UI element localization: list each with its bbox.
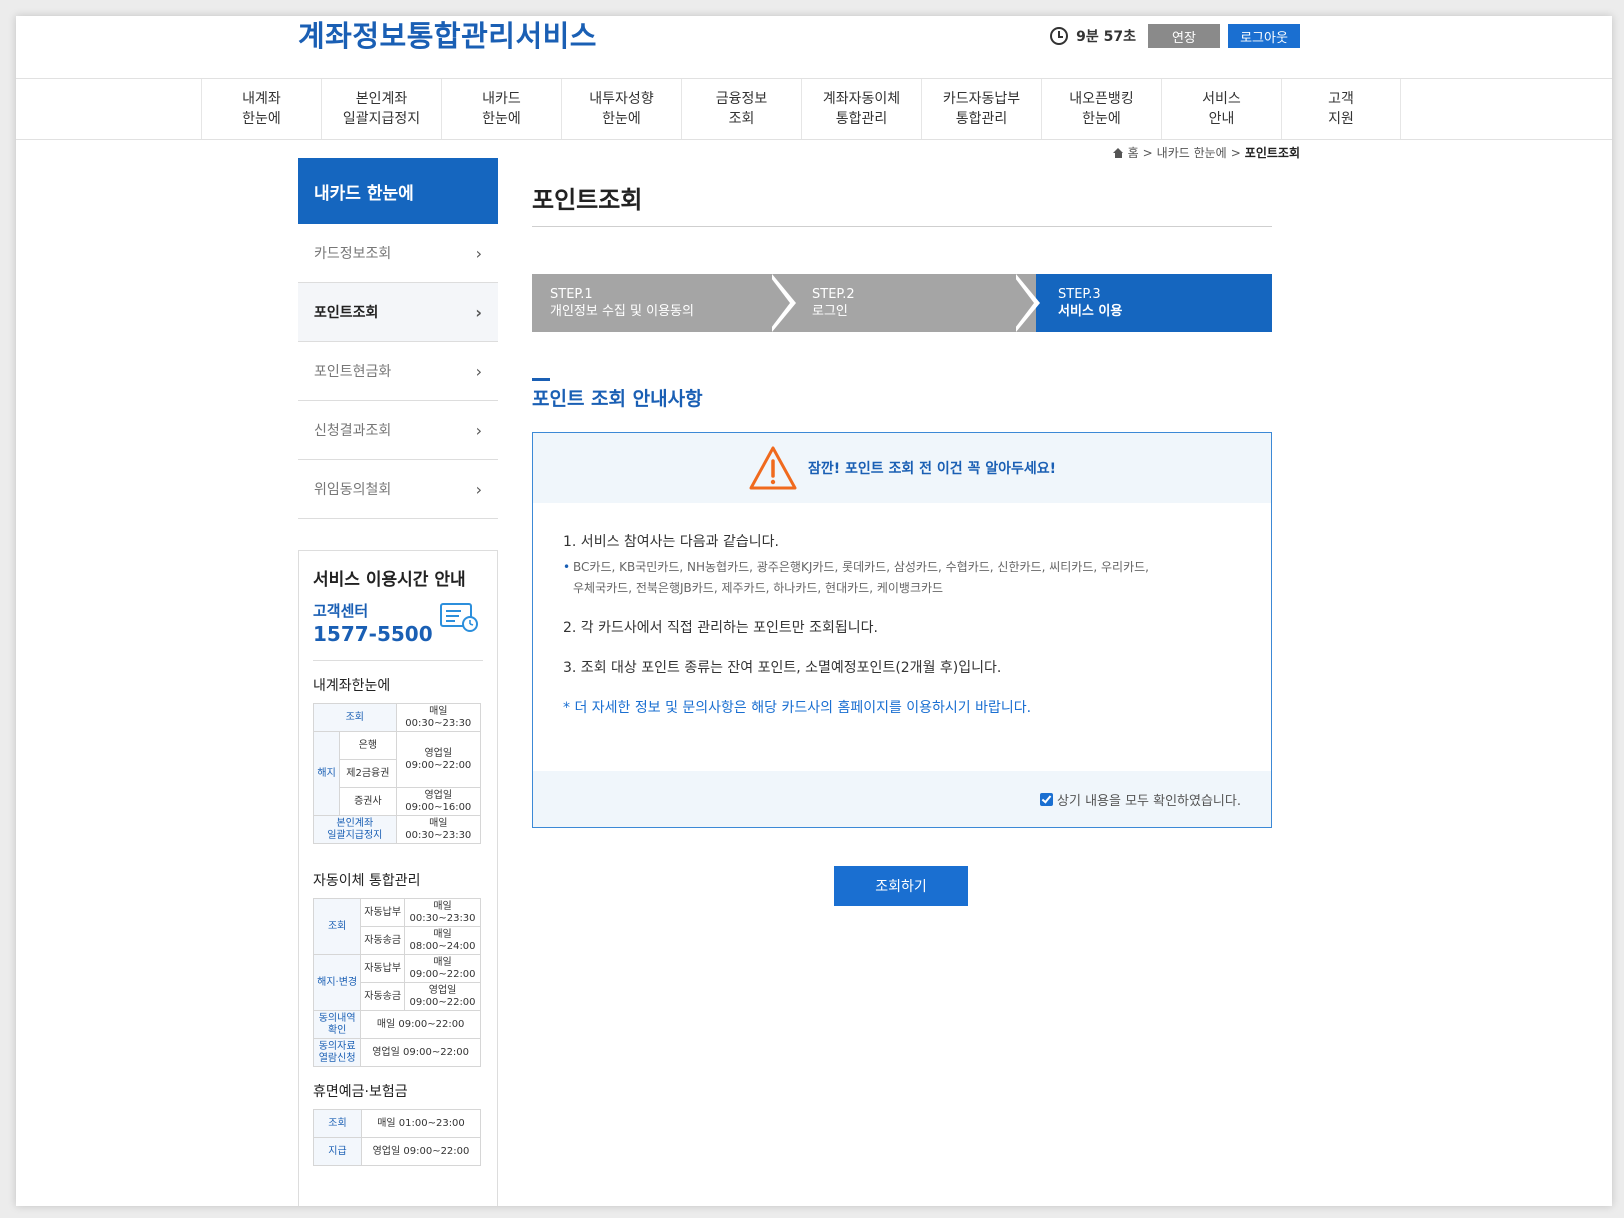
notice-item-2: 2. 각 카드사에서 직접 관리하는 포인트만 조회됩니다. — [563, 620, 878, 636]
sidebar-item-request-result[interactable]: 신청결과조회 › — [298, 401, 498, 460]
step-separator — [768, 274, 790, 332]
section-title-bar — [532, 378, 550, 381]
home-icon[interactable] — [1112, 147, 1124, 158]
site-title[interactable]: 계좌정보통합관리서비스 — [298, 16, 597, 56]
gnb-item-financial-info[interactable]: 금융정보 조회 — [681, 79, 801, 139]
notice-item-3: 3. 조회 대상 포인트 종류는 잔여 포인트, 소멸예정포인트(2개월 후)입… — [563, 660, 1002, 676]
sidebar-item-card-info[interactable]: 카드정보조회 › — [298, 224, 498, 283]
customer-center: 고객센터 1577-5500 — [313, 600, 483, 661]
confirm-label[interactable]: 상기 내용을 모두 확인하였습니다. — [1057, 790, 1241, 809]
sidebar-title: 내카드 한눈에 — [298, 158, 498, 224]
gnb-item-auto-transfer[interactable]: 계좌자동이체 통합관리 — [801, 79, 921, 139]
extend-button[interactable]: 연장 — [1148, 24, 1220, 48]
service-hours-box: 서비스 이용시간 안내 고객센터 1577-5500 내계좌한눈에 조회 매일 0… — [298, 550, 498, 1206]
step-1: STEP.1 개인정보 수집 및 이용동의 — [532, 274, 792, 332]
sidebar-item-point-query[interactable]: 포인트조회 › — [298, 283, 498, 342]
warning-text: 잠깐! 포인트 조회 전 이건 꼭 알아두세요! — [807, 461, 1057, 477]
notice-body: 1. 서비스 참여사는 다음과 같습니다. BC카드, KB국민카드, NH농협… — [533, 503, 1271, 771]
chevron-right-icon: › — [475, 302, 482, 322]
step-separator — [1012, 274, 1034, 332]
clock-icon — [1050, 27, 1069, 45]
confirm-area: 상기 내용을 모두 확인하였습니다. — [533, 771, 1271, 827]
gnb-item-my-cards[interactable]: 내카드 한눈에 — [441, 79, 561, 139]
section-auto-transfer-title: 자동이체 통합관리 — [313, 873, 421, 889]
auto-transfer-hours-table: 조회 자동납부 매일 00:30~23:30 자동송금 매일 08:00~24:00… — [312, 898, 481, 1067]
breadcrumb-current: 포인트조회 — [1244, 146, 1300, 160]
global-nav: 내계좌 한눈에 본인계좌 일괄지급정지 내카드 한눈에 내투자성향 한눈에 금융정보 조회… — [16, 78, 1612, 140]
schedule-card-icon — [440, 603, 478, 632]
notice-section-title: 포인트 조회 안내사항 — [532, 388, 703, 410]
step-3: STEP.3 서비스 이용 — [1036, 274, 1272, 332]
sidebar-item-point-cash[interactable]: 포인트현금화 › — [298, 342, 498, 401]
gnb-item-my-accounts[interactable]: 내계좌 한눈에 — [201, 79, 321, 139]
section-dormant-title: 휴면예금·보험금 — [313, 1084, 408, 1100]
sidebar-menu: 카드정보조회 › 포인트조회 › 포인트현금화 › 신청결과조회 › 위임동의철회 › — [298, 224, 498, 519]
notice-note: * 더 자세한 정보 및 문의사항은 해당 카드사의 홈페이지를 이용하시기 바… — [563, 700, 1032, 716]
notice-box: 잠깐! 포인트 조회 전 이건 꼭 알아두세요! 1. 서비스 참여사는 다음과… — [532, 432, 1272, 828]
breadcrumb-level1[interactable]: 내카드 한눈에 — [1157, 144, 1227, 161]
section-my-accounts-title: 내계좌한눈에 — [313, 678, 391, 694]
gnb-item-service-guide[interactable]: 서비스 안내 — [1161, 79, 1281, 139]
gnb-item-investment[interactable]: 내투자성향 한눈에 — [561, 79, 681, 139]
chevron-right-icon: › — [475, 243, 482, 263]
logout-button[interactable]: 로그아웃 — [1228, 24, 1300, 48]
step-2: STEP.2 로그인 — [792, 274, 1036, 332]
service-hours-title: 서비스 이용시간 안내 — [313, 570, 466, 590]
notice-item-1: 1. 서비스 참여사는 다음과 같습니다. — [563, 534, 779, 550]
breadcrumb: 홈 > 내카드 한눈에 > 포인트조회 — [1112, 144, 1300, 161]
chevron-right-icon: › — [475, 361, 482, 381]
chevron-right-icon: › — [475, 420, 482, 440]
session-timer: 9분 57초 — [1076, 29, 1136, 45]
notice-header: 잠깐! 포인트 조회 전 이건 꼭 알아두세요! — [533, 433, 1271, 503]
gnb-item-open-banking[interactable]: 내오픈뱅킹 한눈에 — [1041, 79, 1161, 139]
gnb-item-payment-stop[interactable]: 본인계좌 일괄지급정지 — [321, 79, 441, 139]
my-accounts-hours-table: 조회 매일 00:30~23:30 해지 은행 영업일 09:00~22:00 제2… — [312, 703, 482, 844]
confirm-checkbox[interactable] — [1040, 792, 1054, 806]
dormant-hours-table: 조회 매일 01:00~23:00 지급 영업일 09:00~22:00 — [313, 1109, 481, 1166]
gnb-item-support[interactable]: 고객 지원 — [1281, 79, 1401, 139]
page-frame: 계좌정보통합관리서비스 9분 57초 연장 로그아웃 내계좌 한눈에 본인계좌 일괄… — [16, 16, 1612, 1206]
chevron-right-icon: › — [475, 479, 482, 499]
title-divider — [532, 226, 1272, 227]
gnb-item-card-auto-pay[interactable]: 카드자동납부 통합관리 — [921, 79, 1041, 139]
session-area: 9분 57초 연장 로그아웃 — [1050, 24, 1300, 48]
participant-list: BC카드, KB국민카드, NH농협카드, 광주은행KJ카드, 롯데카드, 삼성… — [563, 557, 1241, 599]
breadcrumb-home[interactable]: 홈 — [1128, 144, 1139, 161]
step-indicator: STEP.1 개인정보 수집 및 이용동의 STEP.2 로그인 STEP.3 … — [532, 274, 1272, 332]
query-button[interactable]: 조회하기 — [834, 866, 968, 906]
sidebar-item-consent-withdraw[interactable]: 위임동의철회 › — [298, 460, 498, 519]
warning-icon — [749, 446, 797, 490]
page-title: 포인트조회 — [532, 186, 643, 214]
